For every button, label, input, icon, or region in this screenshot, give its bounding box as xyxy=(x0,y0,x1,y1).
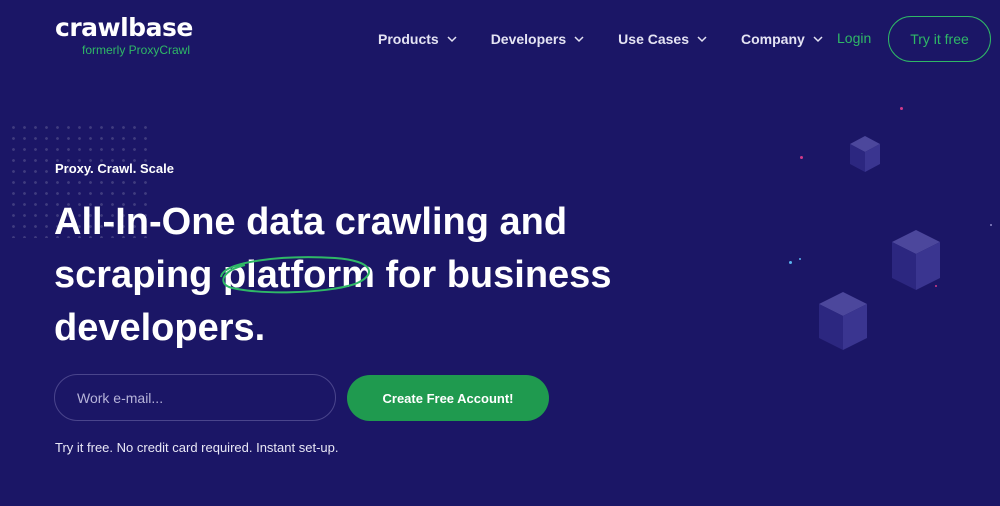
nav-item-company[interactable]: Company xyxy=(741,31,824,47)
nav-item-developers[interactable]: Developers xyxy=(491,31,585,47)
hero-eyebrow: Proxy. Crawl. Scale xyxy=(55,161,174,176)
sparkle-decoration xyxy=(789,261,792,264)
login-link[interactable]: Login xyxy=(837,30,871,46)
chevron-down-icon xyxy=(574,36,584,43)
headline-highlight: platform xyxy=(219,249,375,302)
sparkle-decoration xyxy=(800,156,803,159)
cube-icon xyxy=(892,230,940,290)
landing-page: crawlbase formerly ProxyCrawl Products D… xyxy=(0,0,1000,506)
sparkle-decoration xyxy=(900,107,903,110)
work-email-input[interactable] xyxy=(54,374,336,421)
logo-wordmark: crawlbase xyxy=(55,13,193,42)
nav-item-label: Products xyxy=(378,31,439,47)
nav-item-use-cases[interactable]: Use Cases xyxy=(618,31,708,47)
sparkle-decoration xyxy=(799,258,801,260)
nav-item-label: Company xyxy=(741,31,805,47)
logo-tagline: formerly ProxyCrawl xyxy=(82,43,191,57)
try-it-free-button[interactable]: Try it free xyxy=(888,16,991,62)
chevron-down-icon xyxy=(447,36,457,43)
signup-note: Try it free. No credit card required. In… xyxy=(55,440,339,455)
nav-item-label: Use Cases xyxy=(618,31,689,47)
create-account-button[interactable]: Create Free Account! xyxy=(347,375,549,421)
nav-item-products[interactable]: Products xyxy=(378,31,458,47)
chevron-down-icon xyxy=(813,36,823,43)
sparkle-decoration xyxy=(935,285,937,287)
logo[interactable]: crawlbase formerly ProxyCrawl xyxy=(55,13,193,58)
cube-icon xyxy=(850,136,880,172)
main-nav: Products Developers Use Cases Company xyxy=(378,26,857,52)
chevron-down-icon xyxy=(697,36,707,43)
headline-highlight-text: platform xyxy=(222,254,375,296)
nav-item-label: Developers xyxy=(490,31,567,47)
cube-icon xyxy=(819,292,867,350)
sparkle-decoration xyxy=(990,224,992,226)
hero-headline: All-In-One data crawling and scraping pl… xyxy=(54,196,674,355)
